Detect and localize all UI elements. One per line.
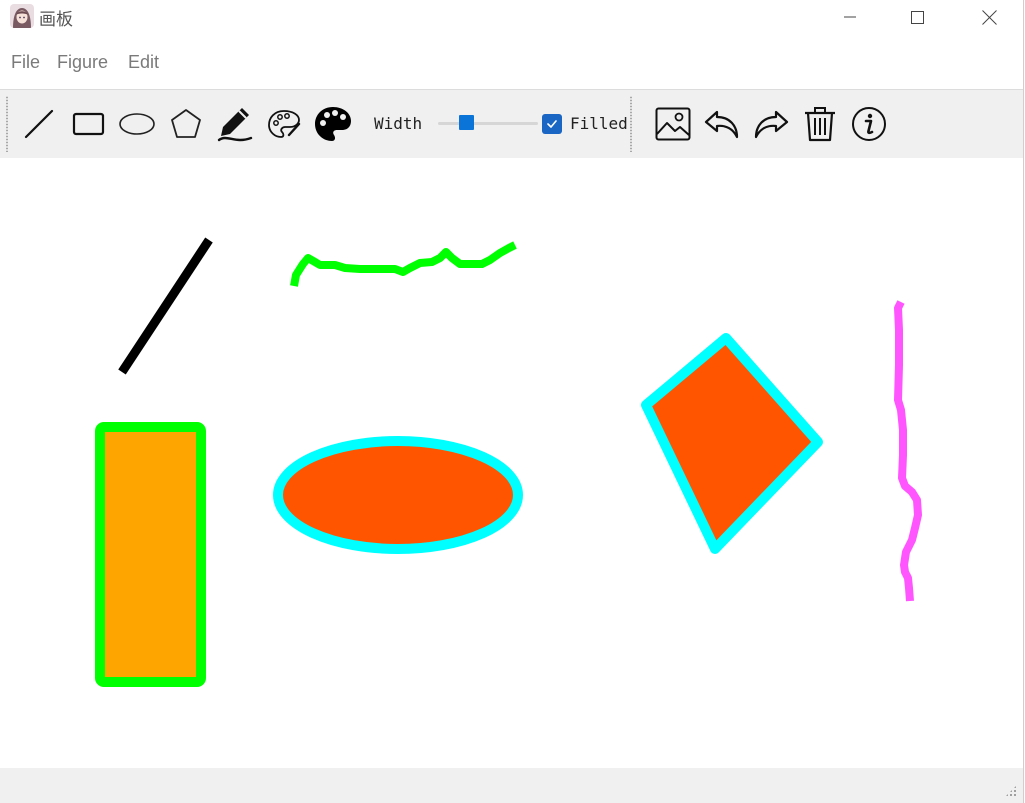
palette-outline-icon (268, 110, 301, 138)
polygon-icon (171, 109, 201, 138)
width-slider[interactable] (438, 113, 538, 133)
color-tool-button[interactable] (262, 102, 306, 146)
close-icon (982, 10, 997, 25)
clear-button[interactable] (798, 102, 842, 146)
app-window: 画板 File Figure Edit Width Filled (0, 0, 1024, 803)
line-shape[interactable] (118, 237, 213, 375)
menu-bar: File Figure Edit (0, 44, 1023, 84)
ellipse-icon (119, 113, 155, 135)
minimize-button[interactable] (827, 0, 873, 34)
window-title: 画板 (39, 10, 73, 30)
polygon-shape[interactable] (641, 333, 823, 554)
freehand-magenta-shape[interactable] (894, 300, 922, 602)
toolbar-grip[interactable] (6, 96, 8, 152)
filled-checkbox[interactable] (542, 114, 562, 134)
pen-icon (217, 108, 253, 142)
app-avatar-icon (10, 4, 34, 28)
canvas-svg[interactable] (0, 158, 1023, 768)
maximize-icon (911, 11, 924, 24)
line-icon (24, 109, 54, 139)
title-bar[interactable]: 画板 (0, 0, 1023, 34)
image-icon (655, 107, 691, 141)
rectangle-shape[interactable] (95, 422, 206, 687)
fill-color-tool-button[interactable] (311, 102, 355, 146)
ellipse-tool-button[interactable] (115, 102, 159, 146)
close-button[interactable] (966, 0, 1012, 34)
insert-image-button[interactable] (651, 102, 695, 146)
line-tool-button[interactable] (17, 102, 61, 146)
freehand-green-shape[interactable] (290, 241, 517, 287)
about-button[interactable] (847, 102, 891, 146)
menu-figure[interactable]: Figure (57, 52, 108, 73)
checkmark-icon (547, 120, 557, 128)
filled-label: Filled (570, 114, 628, 133)
redo-icon (754, 110, 789, 139)
slider-handle[interactable] (459, 115, 474, 130)
slider-track (438, 122, 538, 125)
redo-button[interactable] (749, 102, 793, 146)
pen-tool-button[interactable] (213, 102, 257, 146)
undo-icon (704, 110, 739, 139)
rectangle-icon (72, 112, 105, 136)
polygon-tool-button[interactable] (164, 102, 208, 146)
undo-button[interactable] (700, 102, 744, 146)
resize-grip-icon[interactable] (1005, 785, 1017, 797)
menu-edit[interactable]: Edit (128, 52, 159, 73)
status-bar (0, 768, 1023, 803)
rectangle-tool-button[interactable] (66, 102, 110, 146)
minimize-icon (844, 16, 856, 18)
drawing-canvas[interactable] (0, 158, 1023, 768)
width-label: Width (374, 114, 423, 133)
palette-filled-icon (315, 107, 351, 141)
menu-file[interactable]: File (11, 52, 40, 73)
toolbar: Width Filled (0, 89, 1023, 159)
maximize-button[interactable] (894, 0, 940, 34)
info-icon (852, 107, 886, 141)
ellipse-shape[interactable] (273, 436, 523, 554)
toolbar-grip-2[interactable] (630, 96, 632, 152)
trash-icon (805, 107, 835, 142)
